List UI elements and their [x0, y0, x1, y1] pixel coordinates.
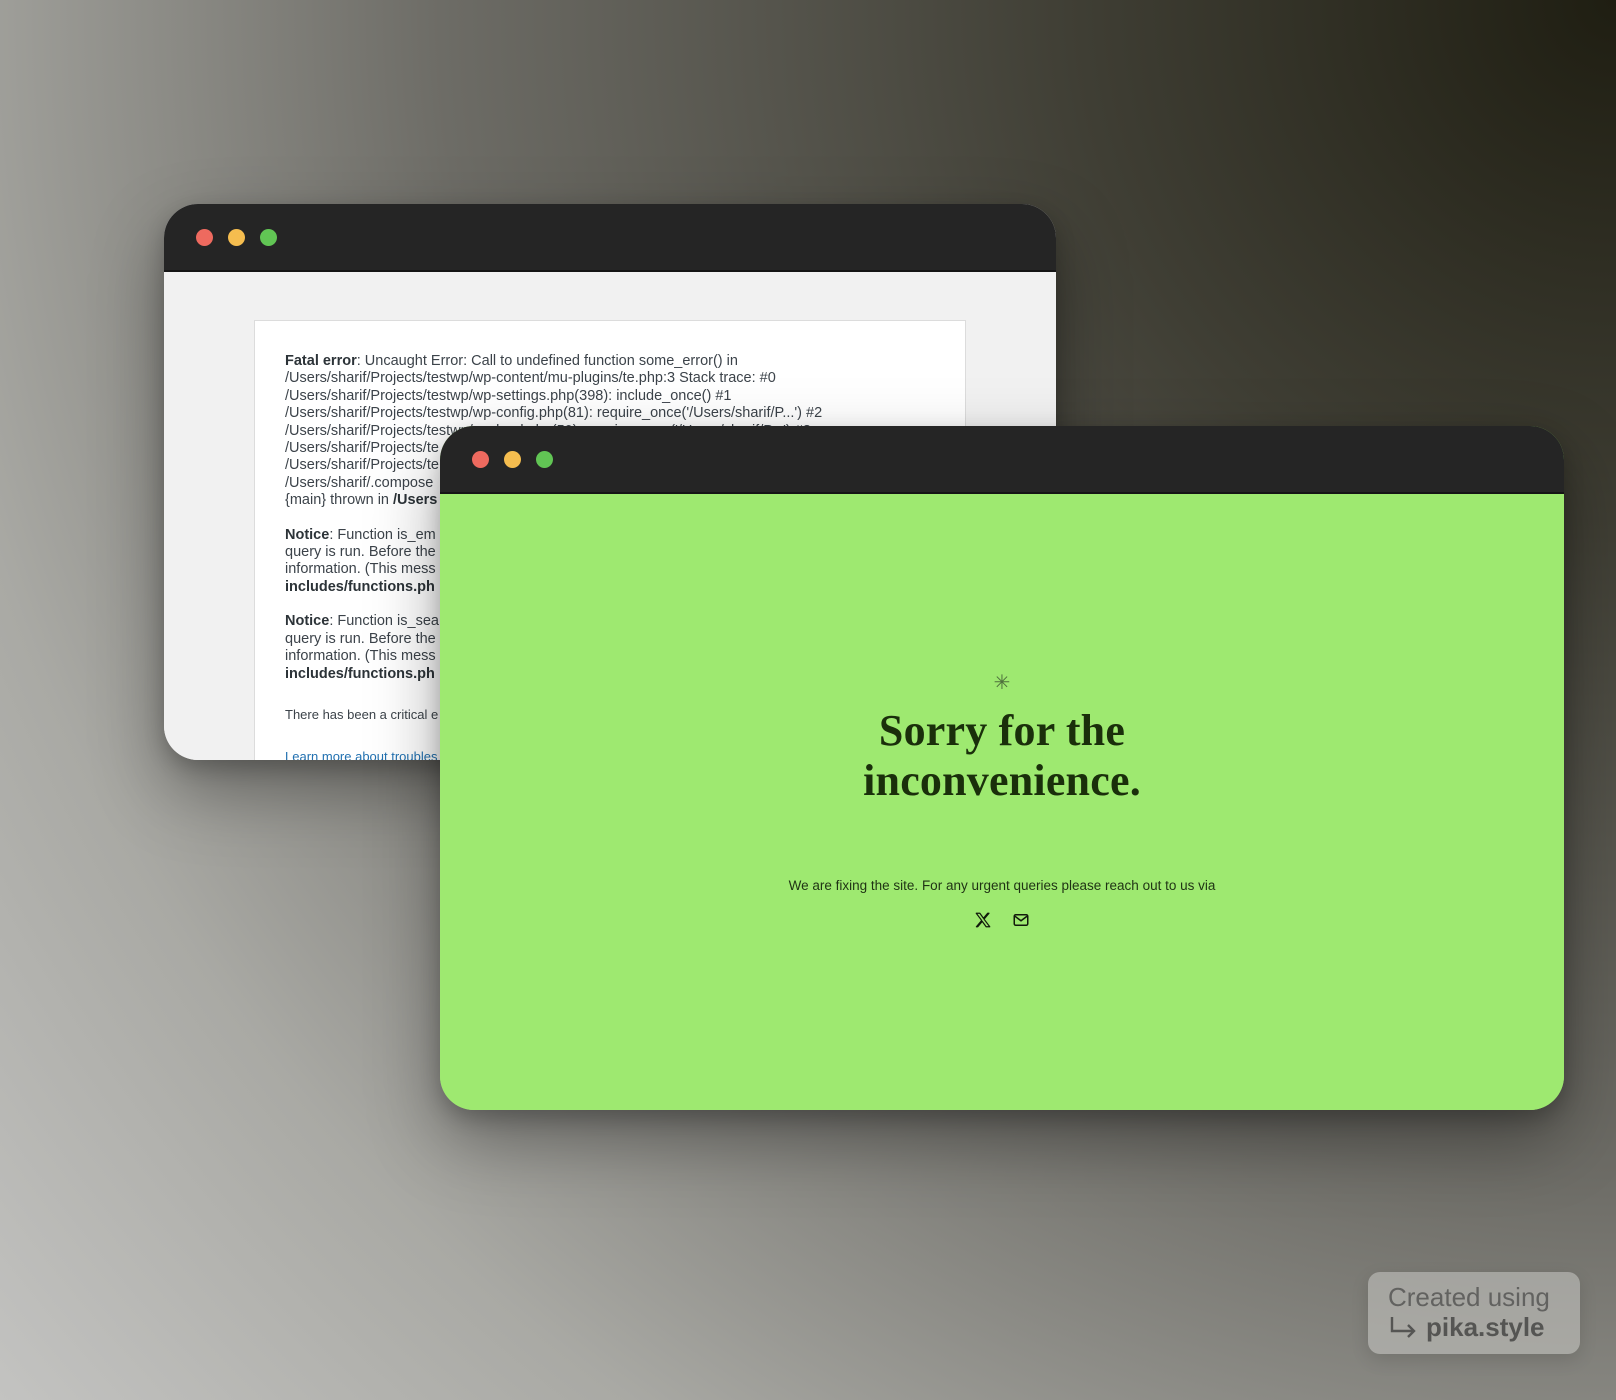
notice-text: : Function is_sea: [329, 613, 439, 630]
watermark-brand-name: pika.style: [1426, 1312, 1545, 1342]
notice-label: Notice: [285, 613, 330, 630]
close-window-button[interactable]: [196, 229, 213, 246]
error-line: /Users/sharif/Projects/testwp/wp-config.…: [285, 405, 823, 422]
asterisk-icon: ✳: [993, 670, 1011, 694]
maintenance-browser-window: ✳ Sorry for the inconvenience. We are fi…: [440, 426, 1564, 1110]
headline-line: Sorry for the: [878, 706, 1126, 755]
contact-message: We are fixing the site. For any urgent q…: [788, 878, 1216, 893]
maintenance-message: ✳ Sorry for the inconvenience. We are fi…: [440, 672, 1564, 929]
notice-label: Notice: [285, 526, 330, 543]
learn-more-link[interactable]: Learn more about troubles: [285, 749, 437, 760]
error-text: {main} thrown in: [285, 492, 394, 509]
error-line: /Users/sharif/Projects/testwp/wp-setting…: [285, 387, 732, 404]
window-titlebar: [440, 426, 1564, 494]
headline-line: inconvenience.: [863, 756, 1141, 805]
corner-arrow-icon: [1388, 1315, 1418, 1339]
mail-icon[interactable]: [1012, 911, 1030, 929]
maximize-window-button[interactable]: [536, 451, 553, 468]
maintenance-page-content: ✳ Sorry for the inconvenience. We are fi…: [440, 494, 1564, 1110]
minimize-window-button[interactable]: [504, 451, 521, 468]
notice-file-path: includes/functions.ph: [285, 578, 435, 595]
window-titlebar: [164, 204, 1056, 272]
minimize-window-button[interactable]: [228, 229, 245, 246]
pika-style-watermark: Created using pika.style: [1368, 1272, 1580, 1354]
page-title: Sorry for the inconvenience.: [440, 706, 1564, 806]
error-text: : Uncaught Error: Call to undefined func…: [356, 353, 738, 369]
error-line: /Users/sharif/Projects/testwp/wp-content…: [285, 370, 776, 387]
x-twitter-icon[interactable]: [974, 911, 992, 929]
close-window-button[interactable]: [472, 451, 489, 468]
error-file-path: /Users: [393, 492, 438, 509]
watermark-brand: pika.style: [1388, 1312, 1580, 1342]
watermark-line: Created using: [1388, 1282, 1550, 1312]
maximize-window-button[interactable]: [260, 229, 277, 246]
notice-file-path: includes/functions.ph: [285, 665, 435, 682]
error-line: Fatal error: Uncaught Error: Call to und…: [285, 353, 935, 370]
notice-text: : Function is_em: [329, 526, 436, 543]
error-label: Fatal error: [285, 353, 357, 369]
social-links: [440, 911, 1564, 929]
